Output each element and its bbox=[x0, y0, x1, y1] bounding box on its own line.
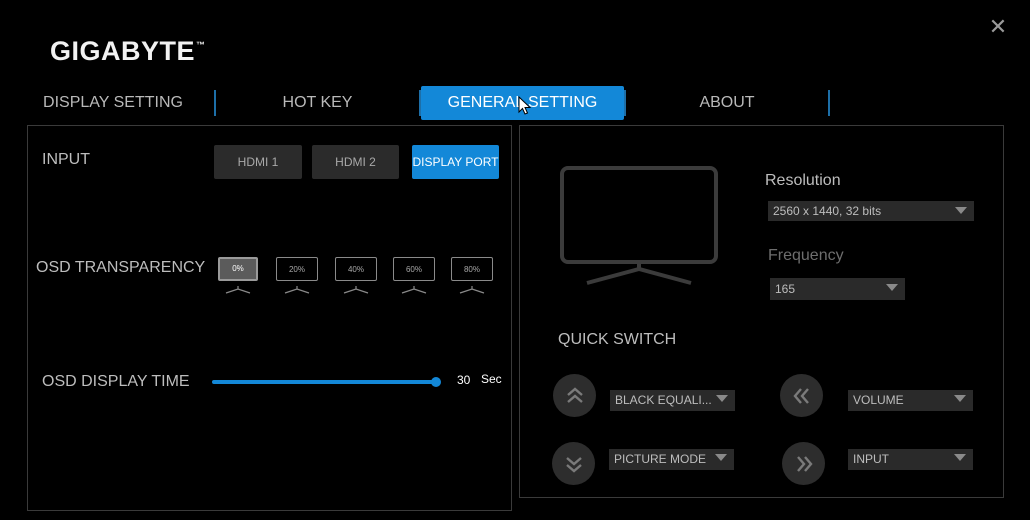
brand-logo: GIGABYTE™ bbox=[50, 36, 206, 66]
quick-switch-down-value: PICTURE MODE bbox=[614, 452, 707, 466]
tab-display-setting[interactable]: DISPLAY SETTING bbox=[28, 86, 198, 120]
tab-divider bbox=[828, 90, 830, 116]
monitor-stand-icon bbox=[459, 286, 485, 294]
chevron-double-down-icon bbox=[565, 456, 582, 473]
osd-display-time-label: OSD DISPLAY TIME bbox=[42, 373, 190, 390]
chevron-down-icon bbox=[955, 207, 967, 214]
quick-switch-right-value: INPUT bbox=[853, 452, 889, 466]
chevron-double-right-icon bbox=[796, 455, 813, 472]
chevron-double-left-icon bbox=[792, 387, 809, 404]
transparency-option-0[interactable]: 0% bbox=[218, 257, 258, 299]
input-label: INPUT bbox=[42, 151, 90, 168]
quick-switch-down-select[interactable]: PICTURE MODE bbox=[609, 449, 734, 470]
chevron-down-icon bbox=[716, 395, 728, 402]
monitor-icon bbox=[560, 166, 718, 285]
transparency-value: 80% bbox=[451, 257, 493, 281]
osd-time-unit: Sec bbox=[481, 372, 502, 386]
transparency-value: 0% bbox=[218, 257, 258, 281]
hdmi2-button[interactable]: HDMI 2 bbox=[312, 145, 399, 179]
quick-switch-up-select[interactable]: BLACK EQUALI... bbox=[610, 390, 735, 411]
quick-switch-label: QUICK SWITCH bbox=[558, 331, 677, 348]
quick-switch-right-select[interactable]: INPUT bbox=[848, 449, 973, 470]
quick-switch-up-value: BLACK EQUALI... bbox=[615, 393, 712, 407]
monitor-stand-icon bbox=[225, 286, 251, 294]
quick-switch-left-button[interactable] bbox=[780, 374, 823, 417]
frequency-value: 165 bbox=[775, 282, 796, 296]
chevron-down-icon bbox=[715, 454, 727, 461]
osd-time-slider-track[interactable] bbox=[212, 380, 436, 384]
transparency-value: 40% bbox=[335, 257, 377, 281]
chevron-down-icon bbox=[886, 284, 898, 291]
close-icon[interactable]: ✕ bbox=[988, 16, 1008, 38]
tab-hot-key[interactable]: HOT KEY bbox=[230, 86, 405, 120]
resolution-select[interactable]: 2560 x 1440, 32 bits bbox=[768, 201, 974, 221]
monitor-stand-icon bbox=[343, 286, 369, 294]
chevron-double-up-icon bbox=[566, 386, 583, 403]
hdmi1-button[interactable]: HDMI 1 bbox=[214, 145, 302, 179]
tab-divider bbox=[624, 90, 626, 116]
osd-time-value: 30 bbox=[457, 373, 471, 387]
transparency-option-80[interactable]: 80% bbox=[451, 257, 493, 299]
quick-switch-left-select[interactable]: VOLUME bbox=[848, 390, 973, 411]
transparency-option-40[interactable]: 40% bbox=[335, 257, 377, 299]
quick-switch-down-button[interactable] bbox=[552, 442, 595, 485]
transparency-value: 60% bbox=[393, 257, 435, 281]
transparency-value: 20% bbox=[276, 257, 318, 281]
monitor-stand-icon bbox=[401, 286, 427, 294]
general-settings-panel bbox=[27, 125, 512, 511]
transparency-option-20[interactable]: 20% bbox=[276, 257, 318, 299]
frequency-label: Frequency bbox=[768, 247, 844, 264]
chevron-down-icon bbox=[954, 395, 966, 402]
resolution-label: Resolution bbox=[765, 172, 841, 189]
resolution-value: 2560 x 1440, 32 bits bbox=[773, 204, 882, 218]
quick-switch-left-value: VOLUME bbox=[853, 393, 904, 407]
display-port-button[interactable]: DISPLAY PORT bbox=[412, 145, 499, 179]
frequency-select[interactable]: 165 bbox=[770, 278, 905, 300]
quick-switch-right-button[interactable] bbox=[782, 442, 825, 485]
osd-transparency-label: OSD TRANSPARENCY bbox=[36, 259, 206, 276]
monitor-stand-icon bbox=[284, 286, 310, 294]
chevron-down-icon bbox=[954, 454, 966, 461]
osd-time-slider-handle[interactable] bbox=[431, 377, 441, 387]
tab-divider bbox=[214, 90, 216, 116]
quick-switch-up-button[interactable] bbox=[553, 374, 596, 417]
tab-about[interactable]: ABOUT bbox=[636, 86, 818, 120]
transparency-option-60[interactable]: 60% bbox=[393, 257, 435, 299]
mouse-cursor-icon bbox=[518, 96, 532, 115]
